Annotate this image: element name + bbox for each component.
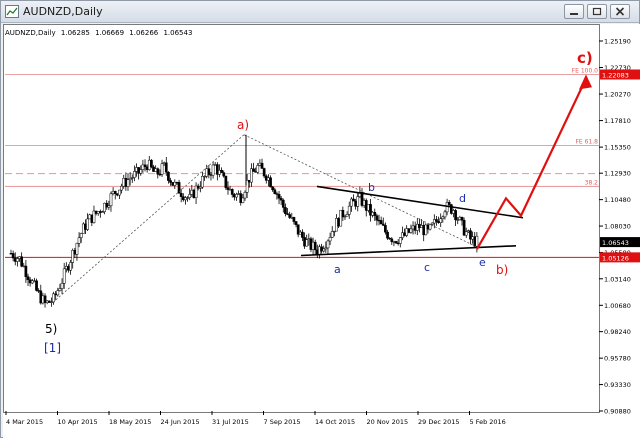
high-value: 1.06669	[95, 29, 125, 37]
price-axis[interactable]	[600, 24, 640, 413]
window-title: AUDNZD,Daily	[23, 5, 103, 18]
chart-area[interactable]	[3, 24, 600, 413]
low-value: 1.06266	[129, 29, 159, 37]
chart-icon	[5, 5, 19, 18]
restore-button[interactable]	[587, 4, 607, 19]
minimize-icon	[570, 13, 578, 15]
title-bar[interactable]: AUDNZD,Daily	[1, 1, 639, 23]
open-value: 1.06285	[60, 29, 90, 37]
chart-window: AUDNZD,Daily AUDNZD,Daily 1.06285 1.0666…	[0, 0, 640, 438]
minimize-button[interactable]	[564, 4, 584, 19]
restore-icon	[592, 7, 602, 16]
chart-symbol-label: AUDNZD,Daily	[5, 29, 56, 37]
time-axis[interactable]	[3, 413, 640, 438]
close-value: 1.06543	[163, 29, 193, 37]
close-icon	[615, 7, 625, 16]
ohlc-header: AUDNZD,Daily 1.06285 1.06669 1.06266 1.0…	[5, 29, 195, 37]
close-button[interactable]	[610, 4, 630, 19]
